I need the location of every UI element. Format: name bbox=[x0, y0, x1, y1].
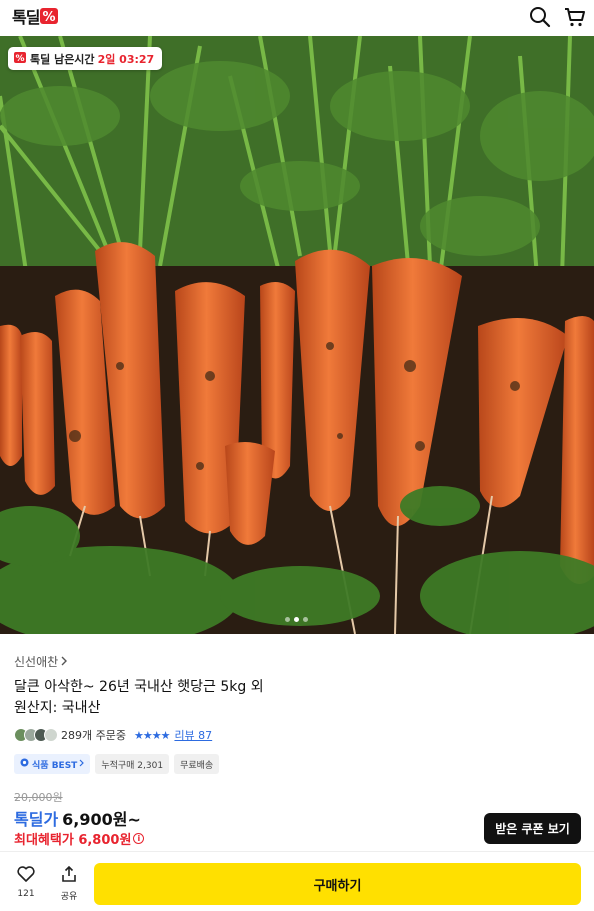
original-price: 20,000원 bbox=[14, 791, 63, 804]
tag-label: 식품 BEST bbox=[32, 760, 78, 771]
carousel-indicator bbox=[285, 617, 308, 622]
badge-icon bbox=[20, 758, 29, 770]
product-image[interactable] bbox=[0, 36, 594, 634]
timer-label: 톡딜 남은시간 bbox=[30, 52, 95, 66]
avatar bbox=[44, 728, 58, 742]
buy-button[interactable]: 구매하기 bbox=[94, 863, 581, 905]
like-count: 121 bbox=[17, 889, 35, 899]
seller-name: 신선애찬 bbox=[14, 655, 59, 669]
free-shipping-tag: 무료배송 bbox=[174, 754, 220, 774]
food-best-tag[interactable]: 식품 BEST bbox=[14, 754, 91, 774]
heart-icon bbox=[17, 866, 35, 886]
percent-logo-icon: % bbox=[40, 6, 60, 26]
deal-price-label: 톡딜가 bbox=[14, 810, 59, 829]
rating-stars-icon: ★★★★ bbox=[133, 728, 170, 742]
cumulative-purchase-tag: 누적구매 2,301 bbox=[95, 754, 170, 774]
like-button[interactable]: 121 bbox=[9, 866, 43, 899]
product-origin: 원산지: 국내산 bbox=[14, 700, 101, 716]
product-title: 달큰 아삭한~ 26년 국내산 햇당근 5kg 외 bbox=[14, 679, 264, 695]
bottom-action-bar: 121 공유 구매하기 bbox=[0, 851, 594, 911]
search-icon[interactable] bbox=[528, 5, 552, 29]
carousel-dot[interactable] bbox=[303, 617, 308, 622]
carousel-dot[interactable] bbox=[285, 617, 290, 622]
cart-icon[interactable] bbox=[563, 5, 587, 29]
max-benefit-text: 최대혜택가 6,800원 bbox=[14, 833, 132, 848]
svg-text:%: % bbox=[15, 54, 24, 64]
deal-timer-badge: % 톡딜 남은시간 2일 03:27 bbox=[8, 47, 163, 70]
order-count: 289개 주문중 bbox=[61, 729, 126, 742]
timer-value: 2일 03:27 bbox=[97, 52, 155, 66]
share-button[interactable]: 공유 bbox=[52, 865, 86, 902]
view-coupons-button[interactable]: 받은 쿠폰 보기 bbox=[484, 813, 581, 844]
review-link[interactable]: 리뷰 87 bbox=[174, 727, 212, 743]
share-icon bbox=[61, 865, 77, 886]
percent-badge-icon: % bbox=[14, 49, 27, 68]
deal-price-value: 6,900원~ bbox=[62, 810, 141, 829]
top-bar: 톡딜 % bbox=[0, 0, 594, 36]
share-label: 공유 bbox=[60, 892, 78, 902]
talkdeal-logo[interactable]: 톡딜 % bbox=[12, 5, 60, 27]
buyer-avatars bbox=[14, 728, 58, 742]
seller-link[interactable]: 신선애찬 bbox=[14, 653, 68, 670]
logo-text: 톡딜 bbox=[12, 8, 40, 27]
svg-text:%: % bbox=[43, 10, 56, 25]
carrot-illustration bbox=[0, 36, 594, 634]
product-stats: 289개 주문중 ★★★★ 리뷰 87 bbox=[14, 726, 212, 744]
max-benefit-price[interactable]: 최대혜택가 6,800원 i bbox=[14, 829, 145, 848]
chevron-right-icon bbox=[79, 759, 85, 770]
deal-price: 톡딜가 6,900원~ bbox=[14, 806, 141, 830]
carousel-dot-active[interactable] bbox=[294, 617, 299, 622]
product-tags: 식품 BEST 누적구매 2,301 무료배송 bbox=[14, 754, 220, 774]
info-icon[interactable]: i bbox=[133, 833, 145, 844]
chevron-right-icon bbox=[61, 655, 68, 669]
